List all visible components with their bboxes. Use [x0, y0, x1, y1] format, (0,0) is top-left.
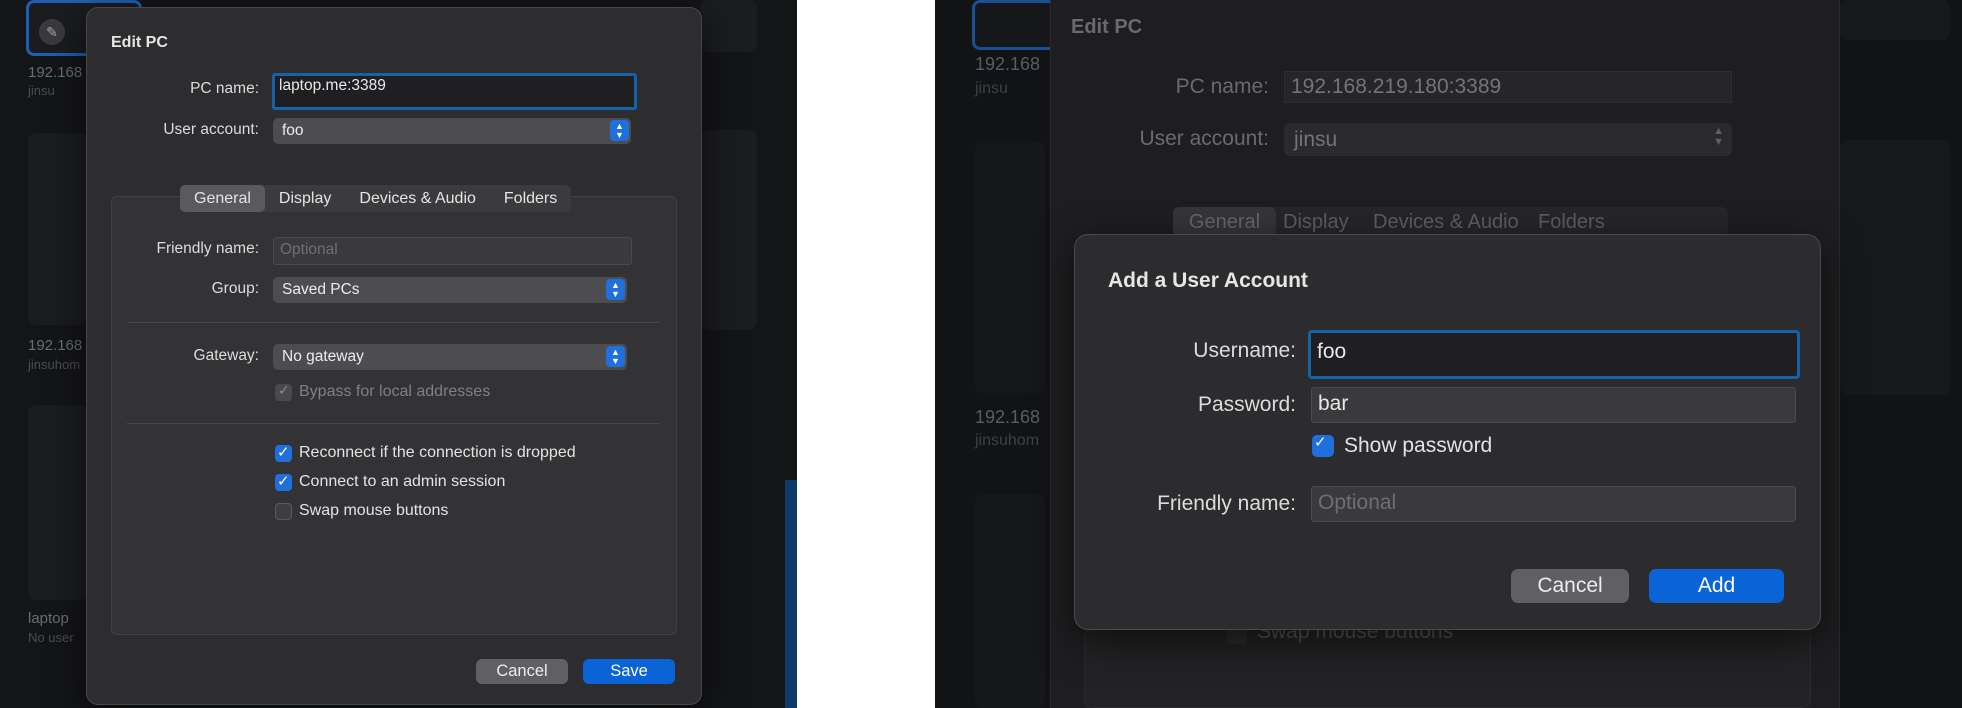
group-popup[interactable]: Saved PCs ▲ ▼ — [273, 277, 627, 303]
pc-tile-1-user: jinsu — [28, 83, 55, 98]
show-password-checkbox[interactable] — [1312, 433, 1334, 457]
tab-folders[interactable]: Folders — [1538, 207, 1605, 237]
pc-tile-1-name: 192.168 — [28, 64, 83, 81]
save-button[interactable]: Save — [583, 659, 675, 684]
friendly-name-label: Friendly name: — [156, 240, 259, 257]
tab-folders[interactable]: Folders — [490, 185, 571, 212]
tab-bar: General Display Devices & Audio Folders — [1173, 207, 1728, 237]
password-label: Password: — [1197, 393, 1296, 416]
pc-tile-1[interactable] — [972, 0, 1058, 50]
dialog-title: Edit PC — [111, 34, 168, 51]
pc-tile-5[interactable] — [700, 0, 757, 52]
bypass-label: Bypass for local addresses — [299, 383, 491, 400]
gateway-value: No gateway — [282, 348, 364, 365]
show-password-label: Show password — [1344, 434, 1493, 457]
gateway-label: Gateway: — [193, 347, 259, 364]
pc-tile-1-user: jinsu — [975, 80, 1008, 97]
pc-tile-5[interactable] — [1840, 140, 1950, 395]
dialog-title: Edit PC — [1071, 16, 1143, 38]
pc-tile-2[interactable] — [975, 141, 1045, 393]
sheet-title: Add a User Account — [1108, 269, 1308, 292]
add-user-account-sheet: Add a User Account Username: foo Passwor… — [1074, 234, 1821, 630]
popup-chevrons-icon: ▲ ▼ — [1713, 125, 1724, 148]
tab-general[interactable]: General — [180, 185, 265, 212]
reconnect-checkbox[interactable] — [275, 443, 292, 462]
user-account-popup[interactable]: jinsu ▲ ▼ — [1284, 123, 1732, 156]
tab-devices-audio[interactable]: Devices & Audio — [345, 185, 490, 212]
admin-session-checkbox[interactable] — [275, 472, 292, 491]
pc-tile-3-user: No user — [28, 630, 74, 645]
cancel-button[interactable]: Cancel — [1511, 569, 1629, 603]
pc-tile-1-name: 192.168 — [975, 54, 1041, 74]
pc-tile-2-user: jinsuhom — [975, 432, 1040, 449]
pc-name-label: PC name: — [190, 80, 259, 97]
reconnect-label: Reconnect if the connection is dropped — [299, 444, 576, 461]
bypass-checkbox — [275, 382, 292, 401]
pc-tile-3-name: laptop — [28, 610, 69, 627]
user-account-label: User account: — [1139, 127, 1269, 150]
pc-tile-2-name: 192.168 — [975, 407, 1041, 427]
pc-name-input[interactable]: 192.168.219.180:3389 — [1284, 71, 1732, 103]
pc-tile-2-user: jinsuhom — [28, 357, 81, 372]
user-account-label: User account: — [163, 121, 259, 138]
add-button[interactable]: Add — [1649, 569, 1784, 603]
tab-display[interactable]: Display — [265, 185, 345, 212]
password-input[interactable]: bar — [1311, 387, 1796, 423]
cancel-button[interactable]: Cancel — [476, 659, 568, 684]
group-value: Saved PCs — [282, 281, 360, 298]
separator — [127, 423, 659, 424]
popup-chevrons-icon: ▲ ▼ — [610, 120, 629, 141]
pc-tile-3[interactable] — [28, 405, 88, 600]
popup-chevrons-icon: ▲ ▼ — [606, 279, 625, 300]
friendly-name-placeholder: Optional — [1318, 491, 1397, 514]
pc-tile-4[interactable] — [1840, 0, 1950, 40]
admin-session-label: Connect to an admin session — [299, 473, 506, 490]
pc-tile-4[interactable] — [700, 130, 757, 330]
user-account-value: jinsu — [1294, 128, 1338, 151]
edit-pc-dialog: Edit PC PC name: laptop.me:3389 User acc… — [86, 7, 702, 705]
group-label: Group: — [211, 280, 259, 297]
swap-mouse-checkbox[interactable] — [275, 503, 292, 520]
pc-name-input[interactable]: laptop.me:3389 — [272, 73, 637, 110]
separator — [127, 322, 659, 323]
username-label: Username: — [1193, 339, 1296, 362]
friendly-name-label: Friendly name: — [1157, 492, 1296, 515]
user-account-popup[interactable]: foo ▲ ▼ — [273, 118, 631, 144]
left-screenshot-panel: ✎ 192.168 jinsu 192.168 jinsuhom laptop … — [0, 0, 797, 708]
pc-tile-2-name: 192.168 — [28, 337, 83, 354]
tab-display[interactable]: Display — [1283, 207, 1349, 237]
gateway-popup[interactable]: No gateway ▲ ▼ — [273, 344, 627, 370]
tab-general[interactable]: General — [1173, 207, 1276, 237]
friendly-name-input[interactable]: Optional — [1311, 486, 1796, 522]
friendly-name-placeholder: Optional — [280, 241, 338, 258]
friendly-name-input[interactable]: Optional — [273, 237, 632, 265]
wallpaper-strip — [785, 480, 797, 708]
pc-tile-3[interactable] — [975, 494, 1045, 708]
username-input[interactable]: foo — [1308, 330, 1800, 379]
tab-devices-audio[interactable]: Devices & Audio — [1373, 207, 1519, 237]
tab-bar: General Display Devices & Audio Folders — [180, 185, 572, 212]
swap-mouse-label: Swap mouse buttons — [299, 502, 449, 519]
right-screenshot-panel: 192.168 jinsu 192.168 jinsuhom Edit PC P… — [935, 0, 1962, 708]
pc-tile-2[interactable] — [28, 133, 88, 325]
user-account-value: foo — [282, 122, 304, 139]
pc-name-label: PC name: — [1175, 75, 1269, 98]
pencil-icon[interactable]: ✎ — [39, 19, 65, 45]
popup-chevrons-icon: ▲ ▼ — [606, 346, 625, 367]
